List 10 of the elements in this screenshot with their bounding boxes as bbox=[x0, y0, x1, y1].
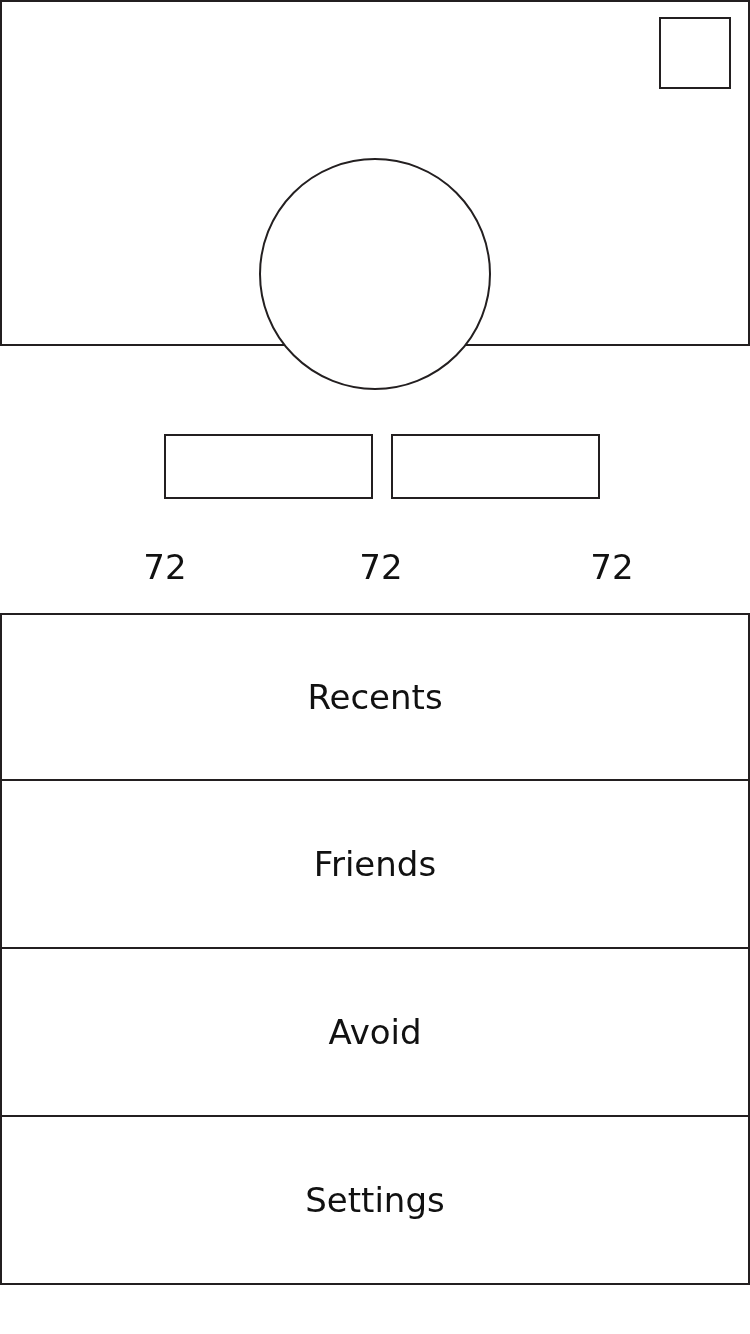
stat-count: 72 bbox=[358, 547, 404, 589]
menu-item[interactable]: Settings bbox=[0, 1117, 750, 1285]
button-placeholder[interactable] bbox=[391, 434, 600, 499]
corner-placeholder bbox=[659, 17, 731, 89]
button-placeholder[interactable] bbox=[164, 434, 373, 499]
menu-item[interactable]: Friends bbox=[0, 781, 750, 949]
stat-count: 72 bbox=[142, 547, 188, 589]
stat-count: 72 bbox=[589, 547, 635, 589]
menu-item[interactable]: Avoid bbox=[0, 949, 750, 1117]
menu-item[interactable]: Recents bbox=[0, 613, 750, 781]
